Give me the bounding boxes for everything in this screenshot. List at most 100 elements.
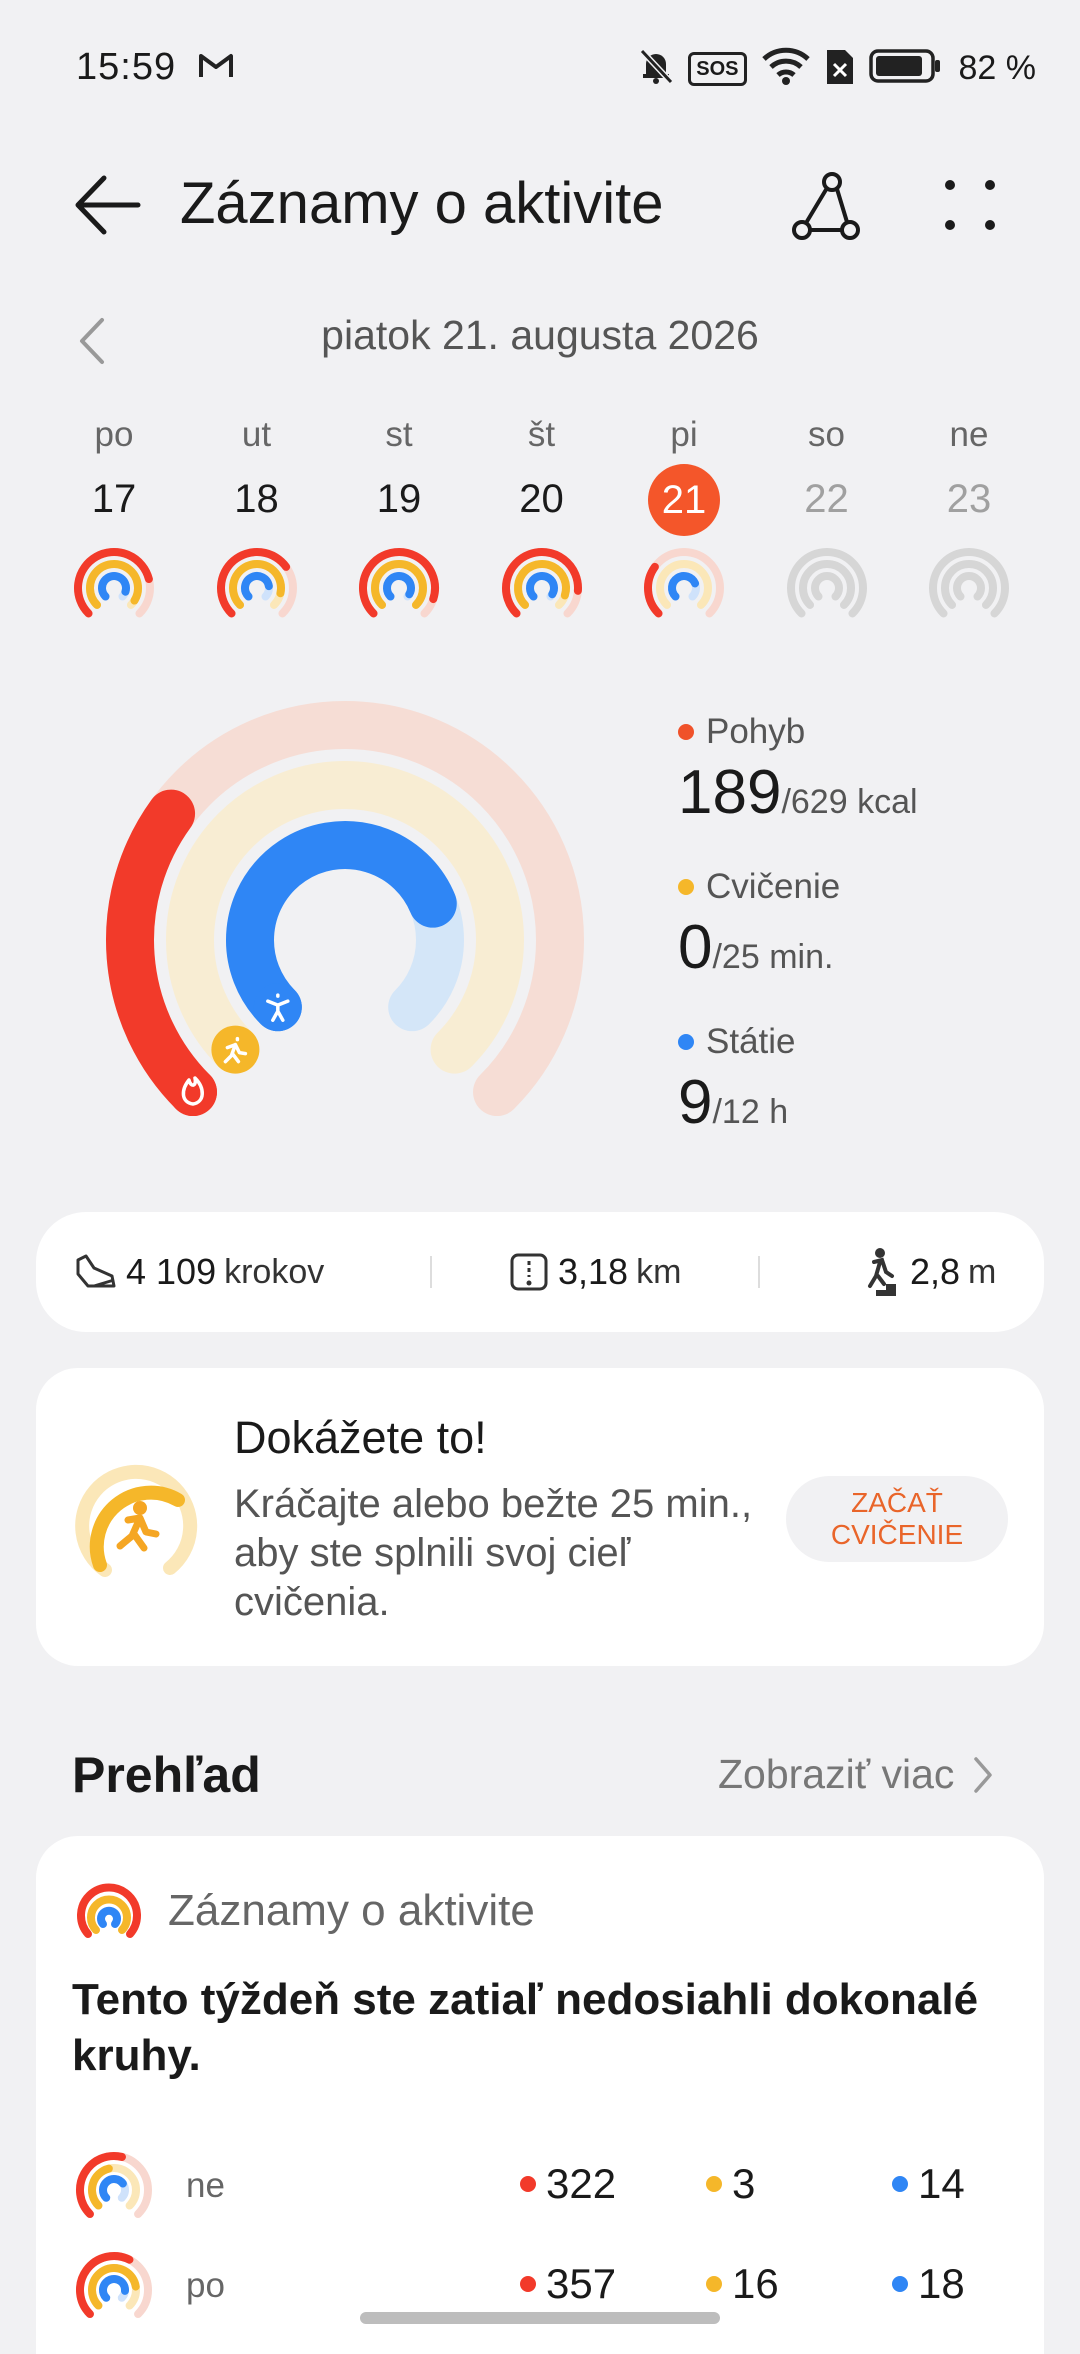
show-more-link[interactable]: Zobraziť viac <box>718 1751 994 1798</box>
stand-value: 9 <box>678 1068 713 1137</box>
move-dot <box>520 2176 536 2192</box>
status-bar: 15:59 SOS 82 % <box>0 0 1080 140</box>
day-name: ut <box>241 415 272 454</box>
day-number: 17 <box>91 477 137 521</box>
exercise-track <box>656 560 712 609</box>
day-rings-icon <box>786 548 867 618</box>
week-strip: po 17 ut 18 st 19 št 20 pi 21 so 22 ne 23 <box>0 410 1080 630</box>
row-day: ne <box>186 2166 225 2205</box>
day-23: ne 23 <box>898 410 1040 630</box>
wifi-icon <box>761 47 811 90</box>
motivation-card: Dokážete to! Kráčajte alebo bežte 25 min… <box>36 1368 1044 1666</box>
mute-icon <box>638 47 674 90</box>
battery-percent: 82 % <box>958 49 1037 87</box>
move-dot <box>520 2276 536 2292</box>
exercise-track <box>798 560 855 609</box>
day-rings-icon <box>74 548 154 618</box>
distance-stat: 3,18 km <box>508 1212 681 1332</box>
row-day: po <box>186 2266 225 2305</box>
stand-track <box>810 572 843 601</box>
no-sim-icon <box>825 46 855 91</box>
legend-stand[interactable]: Státie 9/12 h <box>678 1022 1058 1143</box>
arrow-left-icon <box>75 175 141 235</box>
stand-text: 18 <box>918 2260 965 2307</box>
exercise-progress <box>513 560 570 609</box>
distance-unit: km <box>636 1252 682 1291</box>
legend-exercise[interactable]: Cvičenie 0/25 min. <box>678 867 1058 988</box>
day-rings-icon <box>501 548 582 618</box>
more-options-button[interactable] <box>940 175 1000 235</box>
motivation-title: Dokážete to! <box>234 1412 487 1463</box>
stand-progress <box>98 572 130 601</box>
day-20[interactable]: št 20 <box>471 410 613 630</box>
move-label: Pohyb <box>706 712 806 751</box>
overview-row[interactable]: ne 322 3 14 <box>72 2146 1012 2236</box>
day-21[interactable]: pi 21 <box>613 410 755 630</box>
day-name: po <box>94 415 134 454</box>
exercise-ring-icon <box>70 1460 200 1590</box>
exercise-dot <box>678 879 694 895</box>
move-dot <box>678 724 694 740</box>
move-text: 322 <box>546 2160 617 2207</box>
climb-stat: 2,8 m <box>862 1212 996 1332</box>
exercise-dot <box>706 2276 722 2292</box>
day-name: st <box>385 415 413 454</box>
stand-progress <box>383 572 415 601</box>
stand-label: Státie <box>706 1022 796 1061</box>
stand-dot <box>892 2276 908 2292</box>
daily-stats-bar[interactable]: 4 109 krokov 3,18 km 2,8 m <box>36 1212 1044 1332</box>
exercise-text: 3 <box>732 2160 756 2207</box>
card-title: Záznamy o aktivite <box>168 1886 535 1935</box>
day-number: 18 <box>234 477 279 521</box>
climb-unit: m <box>968 1252 997 1291</box>
row-exercise-value: 3 <box>706 2160 755 2208</box>
day-number: 23 <box>946 477 992 521</box>
steps-stat: 4 109 krokov <box>74 1212 324 1332</box>
back-button[interactable] <box>72 172 142 238</box>
activity-rings-icon <box>77 1883 141 1938</box>
route-button[interactable] <box>790 170 862 242</box>
day-number: 22 <box>804 477 849 521</box>
home-indicator[interactable] <box>360 2312 720 2324</box>
exercise-progress <box>371 560 427 609</box>
exercise-dot <box>706 2176 722 2192</box>
exercise-progress <box>228 560 285 609</box>
row-stand-value: 18 <box>892 2260 965 2308</box>
day-number: 19 <box>376 477 422 521</box>
legend-move[interactable]: Pohyb 189/629 kcal <box>678 712 1058 833</box>
activity-legend: Pohyb 189/629 kcal Cvičenie 0/25 min. St… <box>678 712 1058 1177</box>
overview-title: Prehľad <box>72 1747 261 1803</box>
distance-value: 3,18 <box>558 1251 629 1292</box>
stand-goal: /12 h <box>712 1093 789 1131</box>
day-22: so 22 <box>756 410 898 630</box>
divider <box>430 1256 432 1288</box>
activity-records-card[interactable]: Záznamy o aktivite Tento týždeň ste zati… <box>36 1836 1044 2354</box>
row-move-value: 322 <box>520 2160 616 2208</box>
climb-value: 2,8 <box>910 1251 961 1292</box>
day-18[interactable]: ut 18 <box>186 410 328 630</box>
day-rings-icon <box>359 548 439 618</box>
day-rings-icon <box>76 2152 152 2219</box>
row-stand-value: 14 <box>892 2160 965 2208</box>
chevron-right-icon <box>974 1756 993 1793</box>
route-icon <box>792 172 860 240</box>
map-distance-icon <box>510 1253 548 1291</box>
stand-progress <box>525 572 558 601</box>
weekly-message: Tento týždeň ste zatiaľ nedosiahli dokon… <box>72 1975 979 2080</box>
day-name: ne <box>949 415 989 454</box>
day-17[interactable]: po 17 <box>43 410 185 630</box>
row-exercise-value: 16 <box>706 2260 779 2308</box>
move-value: 189 <box>678 758 782 827</box>
day-19[interactable]: st 19 <box>328 410 470 630</box>
start-exercise-button[interactable]: ZAČAŤ CVIČENIE <box>786 1476 1008 1562</box>
date-navigation: piatok 21. augusta 2026 <box>0 300 1080 380</box>
dots-grid-icon <box>945 180 995 230</box>
sos-icon: SOS <box>688 51 747 86</box>
exercise-value: 0 <box>678 913 713 982</box>
battery-icon <box>868 48 941 89</box>
day-name: št <box>527 415 556 454</box>
motivation-text: Kráčajte alebo bežte 25 min., aby ste sp… <box>234 1482 753 1624</box>
day-name: pi <box>670 415 698 454</box>
current-date: piatok 21. augusta 2026 <box>321 312 759 358</box>
stand-text: 14 <box>918 2160 965 2207</box>
